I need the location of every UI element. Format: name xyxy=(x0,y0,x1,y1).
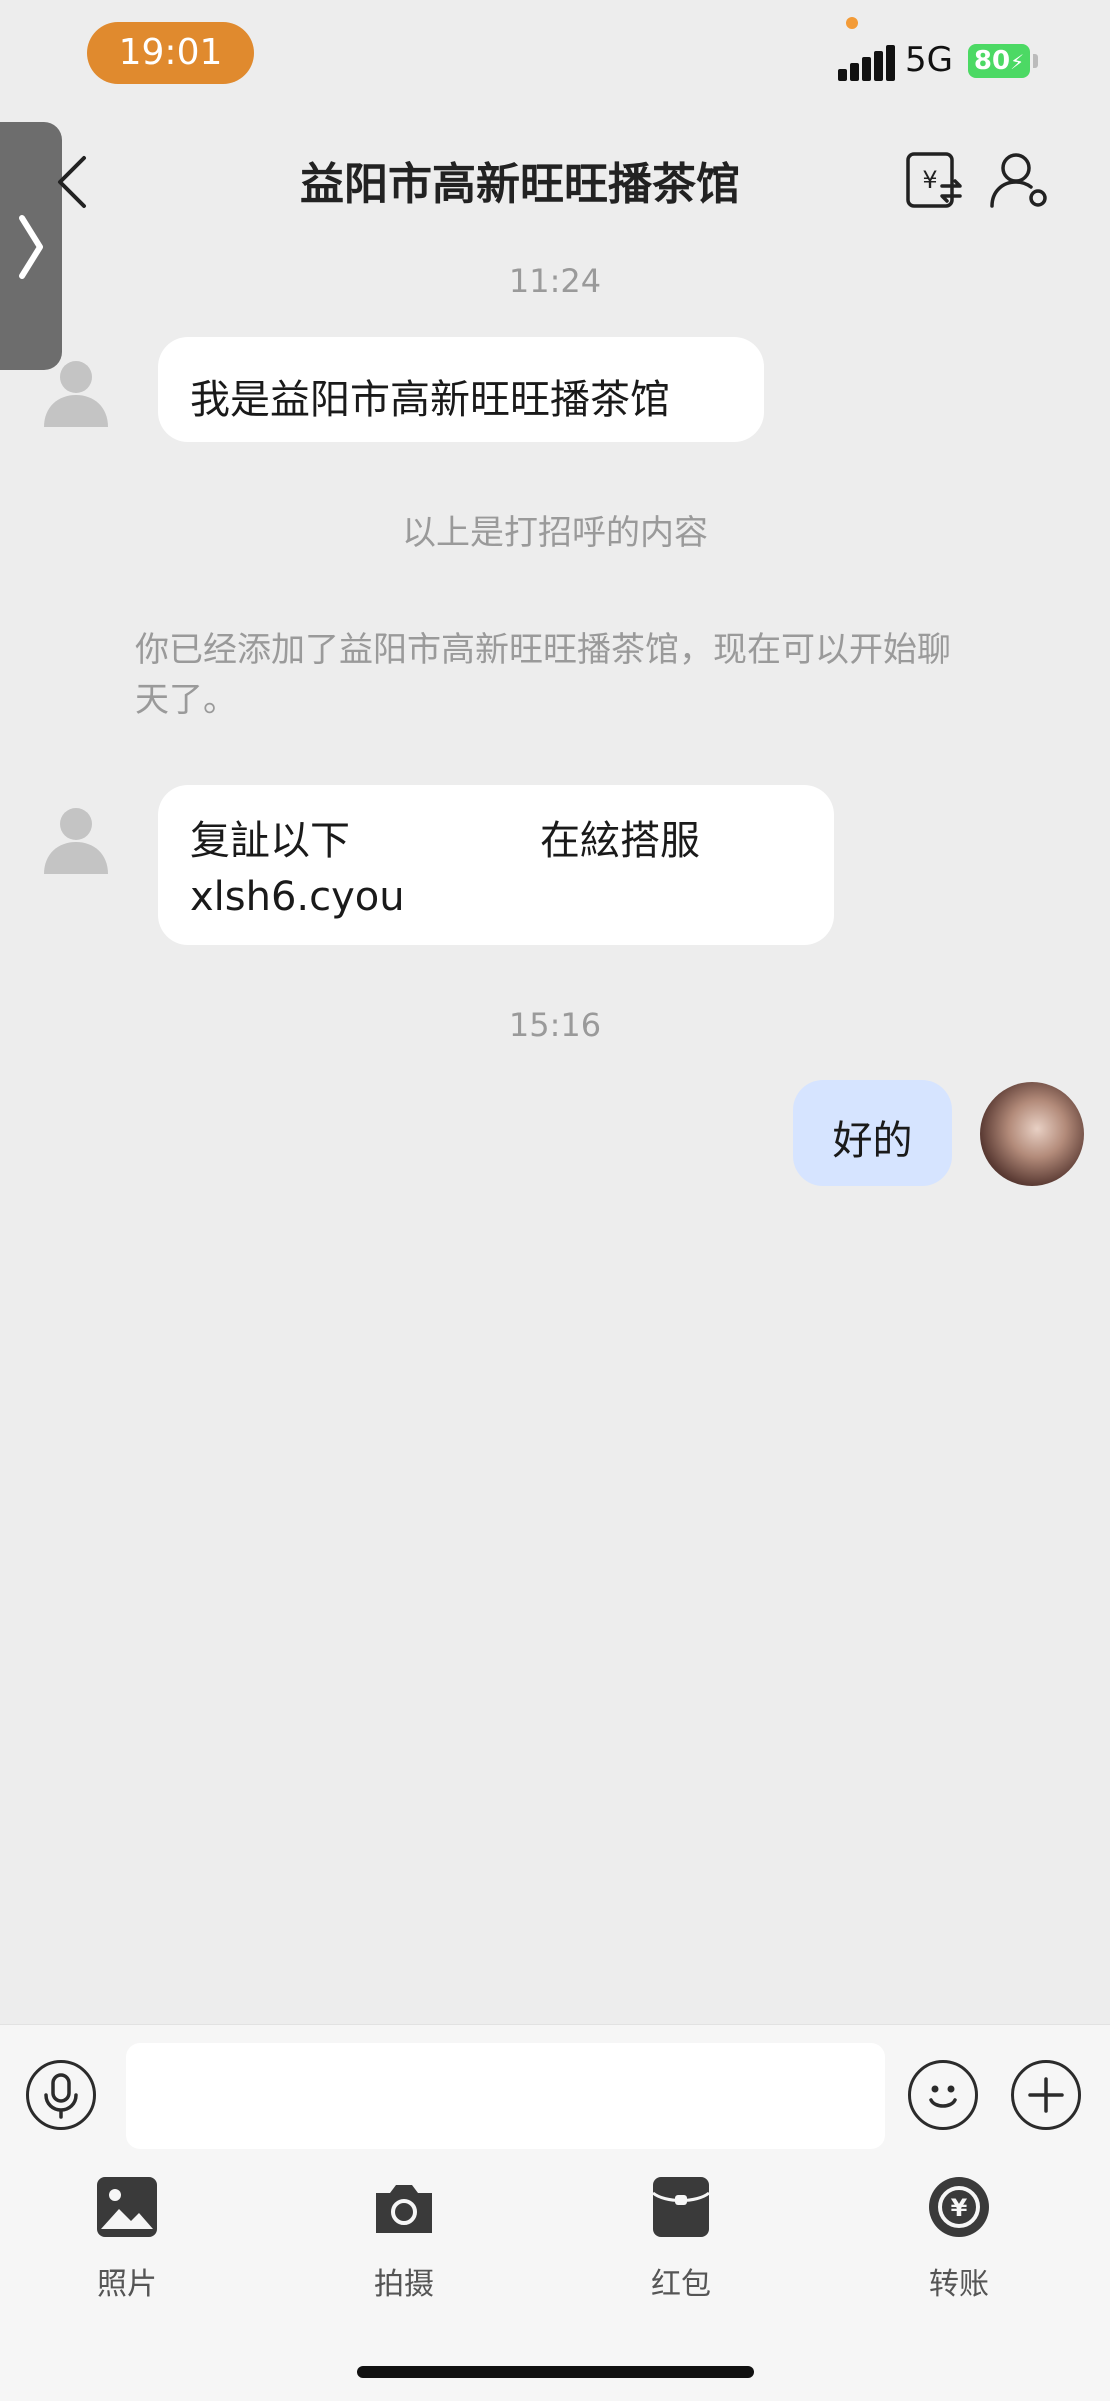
tool-label: 拍摄 xyxy=(374,2267,434,2302)
chat-title: 益阳市高新旺旺播茶馆 xyxy=(300,159,740,210)
plus-icon xyxy=(1028,2077,1064,2113)
svg-text:¥: ¥ xyxy=(951,2194,968,2222)
cellular-signal-icon xyxy=(838,45,895,81)
network-type: 5G xyxy=(905,40,953,80)
battery-level: 80 xyxy=(973,46,1011,76)
transfer-button[interactable]: ¥ xyxy=(902,148,966,212)
outgoing-message-bubble[interactable]: 好的 xyxy=(793,1080,952,1186)
message-text: 我是益阳市高新旺旺播茶馆 xyxy=(190,377,670,423)
person-settings-icon xyxy=(990,153,1047,208)
tool-label: 红包 xyxy=(651,2267,711,2302)
chat-profile-button[interactable] xyxy=(988,148,1052,212)
more-button[interactable] xyxy=(1011,2060,1081,2130)
battery-indicator: 80⚡ xyxy=(968,44,1030,78)
system-notice-added: 你已经添加了益阳市高新旺旺播茶馆，现在可以开始聊天了。 xyxy=(135,630,951,720)
charging-bolt-icon: ⚡ xyxy=(1010,50,1025,74)
battery-cap xyxy=(1033,54,1038,68)
message-input[interactable] xyxy=(126,2043,885,2149)
message-text: 好的 xyxy=(832,1118,913,1164)
privacy-indicator-dot xyxy=(846,17,858,29)
incoming-message-bubble[interactable]: 复訨以下 在絃搭服 xlsh6.cyou xyxy=(158,785,834,945)
red-envelope-icon xyxy=(652,2177,710,2237)
input-panel: 照片 拍摄 红包 ¥ 转账 xyxy=(0,2024,1110,2401)
voice-button[interactable] xyxy=(26,2060,96,2130)
message-timestamp: 11:24 xyxy=(508,262,602,300)
tool-label: 转账 xyxy=(929,2267,989,2302)
status-bar: 19:01 5G 80⚡ xyxy=(0,0,1110,110)
tool-transfer[interactable]: ¥ 转账 xyxy=(889,2175,1029,2303)
chat-header: 益阳市高新旺旺播茶馆 ¥ xyxy=(0,140,1110,220)
tool-camera[interactable]: 拍摄 xyxy=(334,2175,474,2303)
home-indicator[interactable] xyxy=(357,2366,754,2378)
emoji-button[interactable] xyxy=(908,2060,978,2130)
tool-red-envelope[interactable]: 红包 xyxy=(611,2175,751,2303)
camera-icon xyxy=(376,2185,432,2233)
tool-label: 照片 xyxy=(97,2267,157,2302)
photo-icon xyxy=(97,2177,157,2237)
tool-photo[interactable]: 照片 xyxy=(57,2175,197,2303)
yuan-transfer-icon: ¥ xyxy=(906,152,962,208)
microphone-icon xyxy=(44,2073,78,2119)
message-text-part: 复訨以下 xyxy=(190,818,350,864)
self-avatar[interactable] xyxy=(980,1082,1084,1186)
emoji-icon xyxy=(929,2085,957,2108)
message-text-part: 在絃搭服 xyxy=(540,818,700,864)
svg-text:¥: ¥ xyxy=(922,166,937,194)
message-timestamp: 15:16 xyxy=(508,1006,602,1044)
message-link-text[interactable]: xlsh6.cyou xyxy=(190,869,802,925)
system-notice: 以上是打招呼的内容 xyxy=(402,513,708,553)
incoming-message-bubble[interactable]: 我是益阳市高新旺旺播茶馆 xyxy=(158,337,764,442)
contact-avatar-icon[interactable] xyxy=(40,355,112,427)
status-time: 19:01 xyxy=(87,22,254,84)
transfer-icon: ¥ xyxy=(929,2177,989,2237)
contact-avatar-icon[interactable] xyxy=(40,802,112,874)
